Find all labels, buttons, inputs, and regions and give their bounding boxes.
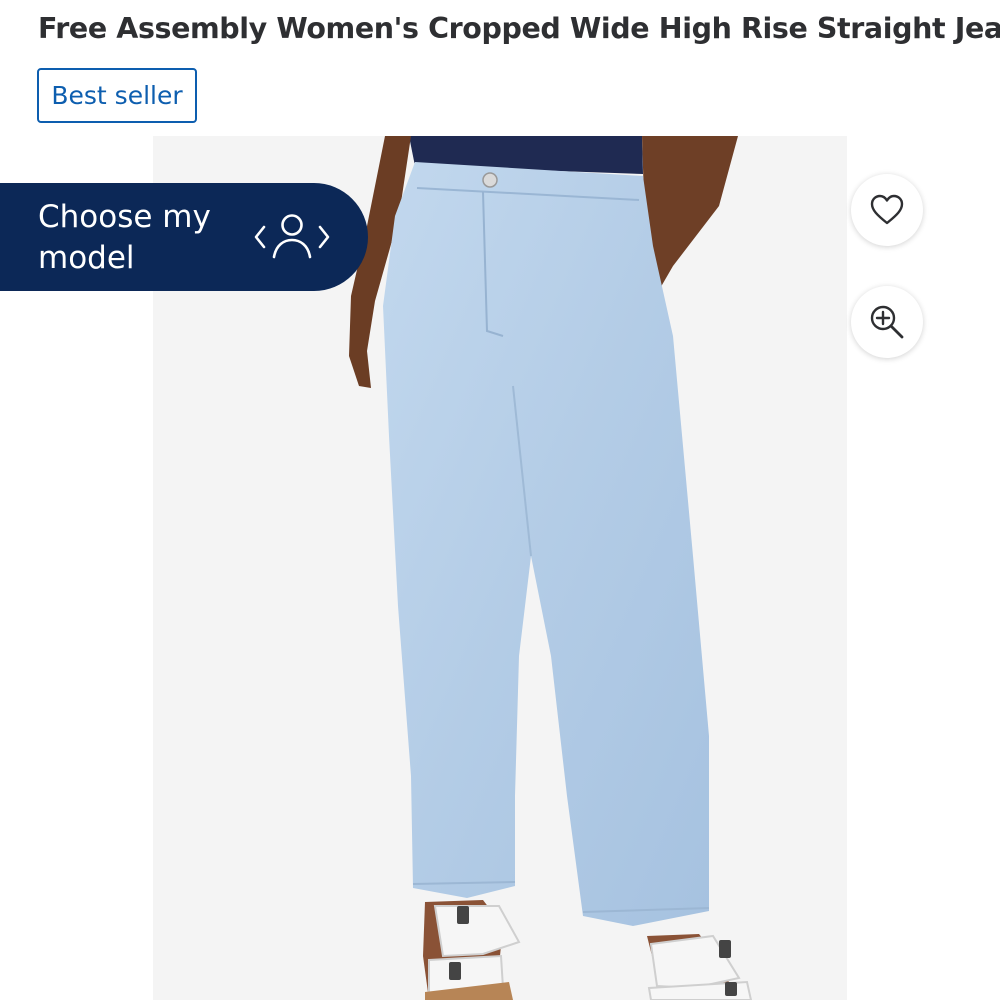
- heart-icon: [870, 194, 904, 225]
- product-title: Free Assembly Women's Cropped Wide High …: [38, 12, 1000, 45]
- favorite-button[interactable]: [851, 174, 923, 246]
- zoom-in-icon: [870, 305, 904, 339]
- person-switch-icon: [254, 214, 330, 259]
- choose-my-model-button[interactable]: Choose my model: [0, 183, 368, 291]
- choose-my-model-label: Choose my model: [38, 199, 211, 276]
- best-seller-badge: Best seller: [37, 68, 197, 123]
- zoom-button[interactable]: [851, 286, 923, 358]
